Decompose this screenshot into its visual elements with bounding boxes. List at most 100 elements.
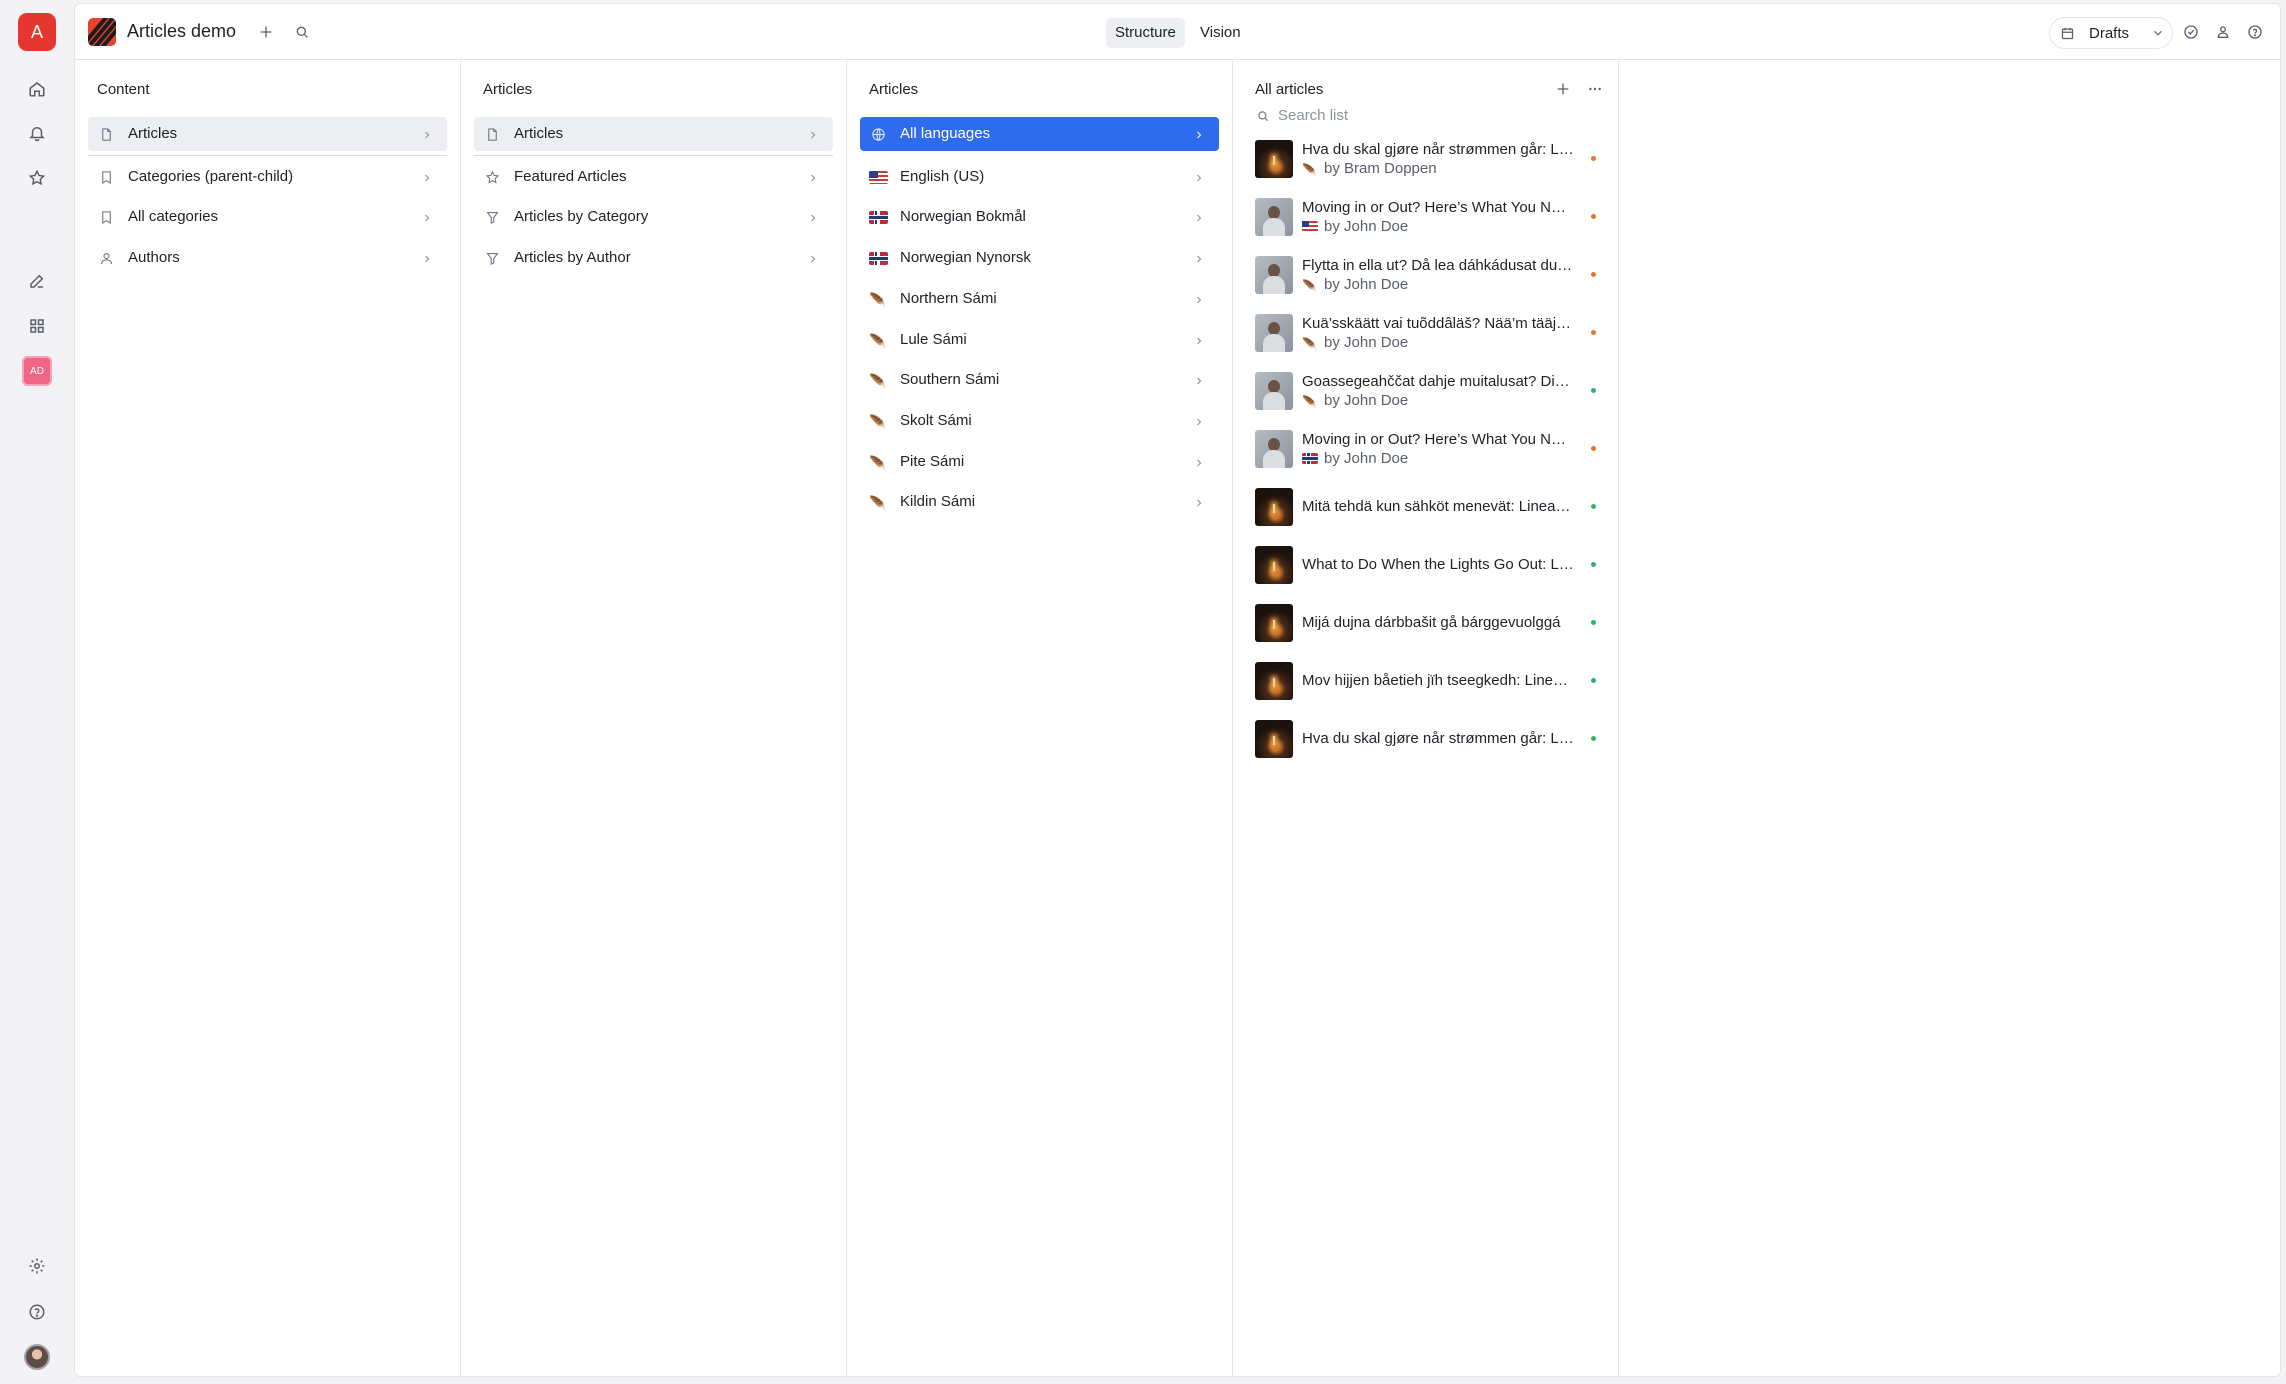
- author-text: by John Doe: [1324, 276, 1409, 293]
- grid-icon[interactable]: [22, 311, 52, 341]
- document-title: Hva du skal gjøre når strømmen går: Line…: [1302, 730, 1574, 747]
- project-title[interactable]: Articles demo: [127, 21, 236, 42]
- more-horizontal-icon[interactable]: [1584, 78, 1606, 100]
- language-item-norwegian-bokmal[interactable]: Norwegian Bokmål: [860, 200, 1219, 234]
- project-logo[interactable]: [88, 18, 116, 46]
- chevron-right-icon: [807, 252, 819, 264]
- chevron-right-icon: [807, 211, 819, 223]
- document-icon: [484, 126, 500, 142]
- left-rail: A AD: [0, 0, 74, 1384]
- feather-icon: 🪶: [869, 455, 887, 471]
- document-list-item[interactable]: Kuä’sskäätt vai tuõddâläš? Nää’m tääjjad…: [1246, 307, 1608, 359]
- document-list-item[interactable]: Moving in or Out? Here’s What You Need t…: [1246, 423, 1608, 475]
- language-item-skolt-sami[interactable]: 🪶 Skolt Sámi: [860, 404, 1219, 438]
- document-thumbnail: [1255, 140, 1293, 178]
- pane-title: All articles: [1255, 81, 1324, 98]
- language-item-kildin-sami[interactable]: 🪶 Kildin Sámi: [860, 485, 1219, 519]
- workspace-badge[interactable]: AD: [22, 356, 52, 386]
- status-dot: [1591, 562, 1596, 567]
- language-item-norwegian-nynorsk[interactable]: Norwegian Nynorsk: [860, 241, 1219, 275]
- document-list-item[interactable]: Mov hijjen båetieh jïh tseegkedh: Lineaa…: [1246, 655, 1608, 707]
- feather-icon: 🪶: [869, 333, 887, 349]
- item-label: Norwegian Bokmål: [900, 208, 1026, 225]
- star-icon[interactable]: [22, 163, 52, 193]
- language-item-lule-sami[interactable]: 🪶 Lule Sámi: [860, 323, 1219, 357]
- document-thumbnail: [1255, 662, 1293, 700]
- content-item-authors[interactable]: Authors: [88, 241, 447, 275]
- document-title: Hva du skal gjøre når strømmen går: Line…: [1302, 141, 1574, 158]
- document-list-item[interactable]: Flytta in ella ut? Då lea dáhkádusat duš…: [1246, 249, 1608, 301]
- document-list-item[interactable]: Hva du skal gjøre når strømmen går: Line…: [1246, 713, 1608, 765]
- us-flag-icon: [1302, 221, 1318, 232]
- status-dot: [1591, 156, 1596, 161]
- status-dot: [1591, 736, 1596, 741]
- plus-icon[interactable]: [1552, 78, 1574, 100]
- chevron-right-icon: [1193, 211, 1205, 223]
- help-icon[interactable]: [22, 1297, 52, 1327]
- chevron-right-icon: [1193, 496, 1205, 508]
- articles-item-articles[interactable]: Articles: [474, 117, 833, 151]
- filter-icon: [484, 250, 500, 266]
- pane-documents: All articles Hva du skal gjøre når strøm…: [1233, 61, 1619, 1376]
- author-text: by John Doe: [1324, 218, 1409, 235]
- help-circle-icon[interactable]: [2244, 21, 2266, 43]
- chevron-right-icon: [807, 128, 819, 140]
- articles-item-by-category[interactable]: Articles by Category: [474, 200, 833, 234]
- user-avatar[interactable]: [24, 1344, 50, 1370]
- content-item-categories-parent-child[interactable]: Categories (parent-child): [88, 160, 447, 194]
- pane-articles: Articles Articles Featured Articles Arti…: [461, 61, 847, 1376]
- document-list-item[interactable]: Mijá dujna dárbbašit gå bárggevuolggá: [1246, 597, 1608, 649]
- language-item-english-us[interactable]: English (US): [860, 160, 1219, 194]
- perspective-select[interactable]: Drafts: [2049, 17, 2173, 49]
- edit-icon[interactable]: [22, 266, 52, 296]
- search-input[interactable]: [1278, 102, 1598, 128]
- document-subtitle: 🪶 by John Doe: [1302, 276, 1408, 293]
- language-item-southern-sami[interactable]: 🪶 Southern Sámi: [860, 363, 1219, 397]
- chevron-right-icon: [1193, 252, 1205, 264]
- tab-structure[interactable]: Structure: [1106, 18, 1185, 48]
- document-title: What to Do When the Lights Go Out: Linea…: [1302, 556, 1574, 573]
- feather-icon: 🪶: [1302, 395, 1317, 409]
- item-label: Articles: [514, 125, 564, 142]
- gear-icon[interactable]: [22, 1251, 52, 1281]
- search-list: [1246, 99, 1608, 131]
- document-list-item[interactable]: Hva du skal gjøre når strømmen går: Line…: [1246, 133, 1608, 185]
- tab-vision[interactable]: Vision: [1191, 18, 1250, 48]
- language-item-northern-sami[interactable]: 🪶 Northern Sámi: [860, 282, 1219, 316]
- item-label: English (US): [900, 168, 985, 185]
- document-list-item[interactable]: Moving in or Out? Here’s What You Need t…: [1246, 191, 1608, 243]
- org-badge[interactable]: A: [18, 13, 56, 51]
- document-list-item[interactable]: What to Do When the Lights Go Out: Linea…: [1246, 539, 1608, 591]
- document-title: Mov hijjen båetieh jïh tseegkedh: Lineaa…: [1302, 672, 1574, 689]
- status-dot: [1591, 678, 1596, 683]
- feather-icon: 🪶: [1302, 163, 1317, 177]
- content-item-all-categories[interactable]: All categories: [88, 200, 447, 234]
- feather-icon: 🪶: [869, 292, 887, 308]
- articles-item-by-author[interactable]: Articles by Author: [474, 241, 833, 275]
- document-title: Mijá dujna dárbbašit gå bárggevuolggá: [1302, 614, 1561, 631]
- document-list-item[interactable]: Mitä tehdä kun sähköt menevät: Lineaarin…: [1246, 481, 1608, 533]
- home-icon[interactable]: [22, 74, 52, 104]
- bell-icon[interactable]: [22, 118, 52, 148]
- content-item-articles[interactable]: Articles: [88, 117, 447, 151]
- norway-flag-icon: [869, 211, 888, 224]
- item-label: Lule Sámi: [900, 331, 967, 348]
- star-icon: [484, 169, 500, 185]
- calendar-icon: [2060, 26, 2075, 46]
- language-item-all[interactable]: All languages: [860, 117, 1219, 151]
- tasks-check-icon[interactable]: [2180, 21, 2202, 43]
- users-icon[interactable]: [2212, 21, 2234, 43]
- search-icon[interactable]: [291, 21, 313, 43]
- status-dot: [1591, 388, 1596, 393]
- document-thumbnail: [1255, 546, 1293, 584]
- articles-item-featured[interactable]: Featured Articles: [474, 160, 833, 194]
- document-list-item[interactable]: Goassegeahččat dahje muitalusat? Dieđut 🪶…: [1246, 365, 1608, 417]
- feather-icon: 🪶: [1302, 279, 1317, 293]
- document-title: Kuä’sskäätt vai tuõddâläš? Nää’m tääjjad: [1302, 315, 1574, 332]
- plus-icon[interactable]: [255, 21, 277, 43]
- status-dot: [1591, 504, 1596, 509]
- item-label: Pite Sámi: [900, 453, 965, 470]
- document-thumbnail: [1255, 604, 1293, 642]
- language-item-pite-sami[interactable]: 🪶 Pite Sámi: [860, 445, 1219, 479]
- document-thumbnail: [1255, 256, 1293, 294]
